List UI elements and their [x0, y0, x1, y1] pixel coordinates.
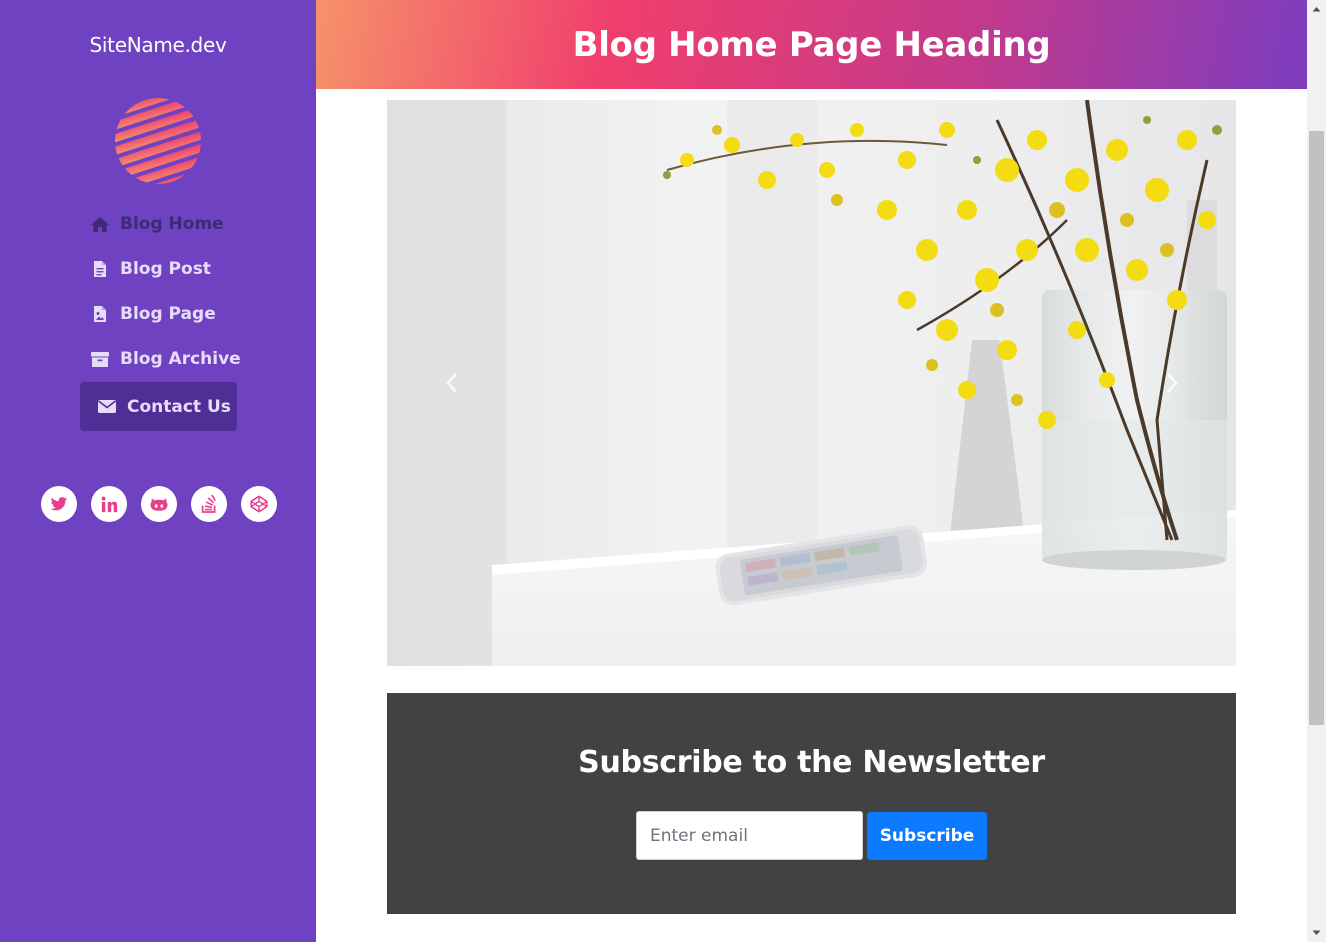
linkedin-icon	[101, 496, 117, 512]
github-link[interactable]	[141, 486, 177, 522]
sidebar: SiteName.dev Blog Home Blog Post Blog Pa…	[0, 0, 316, 942]
chevron-left-icon	[445, 373, 458, 393]
newsletter-title: Subscribe to the Newsletter	[578, 745, 1045, 780]
page-title: Blog Home Page Heading	[572, 24, 1051, 65]
email-field[interactable]	[636, 811, 863, 860]
sidebar-item-label: Contact Us	[127, 396, 231, 417]
file-image-icon	[90, 305, 110, 323]
sidebar-item-label: Blog Post	[120, 259, 211, 279]
envelope-icon	[97, 398, 117, 416]
scroll-up-arrow-icon[interactable]	[1307, 0, 1326, 18]
linkedin-link[interactable]	[91, 486, 127, 522]
carousel-next-button[interactable]	[1162, 368, 1182, 398]
scrollbar-thumb[interactable]	[1309, 131, 1324, 725]
stack-overflow-link[interactable]	[191, 486, 227, 522]
sidebar-item-label: Blog Page	[120, 304, 216, 324]
twitter-icon	[50, 496, 68, 510]
sidebar-item-label: Blog Archive	[120, 349, 241, 369]
hero-carousel[interactable]	[387, 100, 1236, 666]
sidebar-item-contact-us[interactable]: Contact Us	[80, 382, 237, 431]
carousel-prev-button[interactable]	[442, 368, 462, 398]
sidebar-item-blog-page[interactable]: Blog Page	[90, 304, 216, 324]
striped-globe-logo[interactable]	[113, 96, 203, 186]
subscribe-button[interactable]: Subscribe	[867, 812, 987, 860]
scroll-down-arrow-icon[interactable]	[1307, 924, 1326, 942]
chevron-right-icon	[1166, 373, 1179, 393]
sidebar-item-label: Blog Home	[120, 214, 224, 234]
codepen-link[interactable]	[241, 486, 277, 522]
page-header: Blog Home Page Heading	[316, 0, 1307, 89]
codepen-icon	[250, 495, 268, 513]
sidebar-item-blog-archive[interactable]: Blog Archive	[90, 349, 241, 369]
stack-overflow-icon	[201, 495, 216, 513]
scrollbar[interactable]	[1307, 0, 1326, 942]
newsletter-section: Subscribe to the Newsletter Subscribe	[387, 693, 1236, 914]
file-text-icon	[90, 260, 110, 278]
home-icon	[90, 215, 110, 233]
twitter-link[interactable]	[41, 486, 77, 522]
social-links	[41, 486, 277, 522]
flowers-vase-phone-photo	[387, 100, 1236, 666]
archive-icon	[90, 350, 110, 368]
sidebar-item-blog-post[interactable]: Blog Post	[90, 259, 211, 279]
site-name[interactable]: SiteName.dev	[0, 33, 316, 57]
github-icon	[150, 498, 168, 511]
sidebar-item-blog-home[interactable]: Blog Home	[90, 214, 224, 234]
